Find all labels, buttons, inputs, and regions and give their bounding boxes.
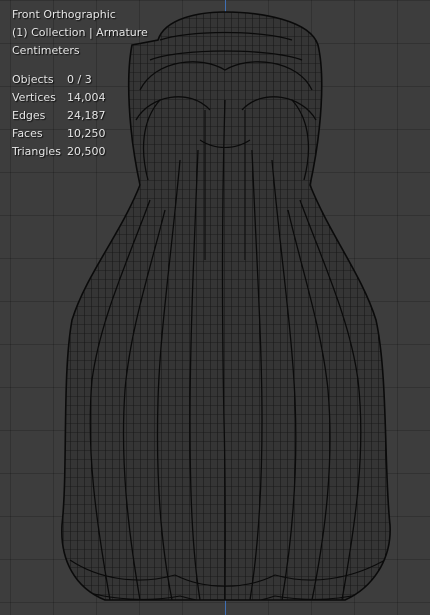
stat-value: 24,187 xyxy=(67,109,106,122)
collection-label: (1) Collection | Armature xyxy=(12,26,148,39)
stat-row-objects: Objects 0 / 3 xyxy=(12,71,148,89)
stat-row-edges: Edges 24,187 xyxy=(12,107,148,125)
stat-value: 10,250 xyxy=(67,127,106,140)
stat-row-vertices: Vertices 14,004 xyxy=(12,89,148,107)
scene-statistics: Objects 0 / 3 Vertices 14,004 Edges 24,1… xyxy=(12,71,148,161)
stat-label: Triangles xyxy=(12,145,61,158)
viewport-info-overlay: Front Orthographic (1) Collection | Arma… xyxy=(12,6,148,161)
stat-label: Edges xyxy=(12,109,46,122)
stat-value: 14,004 xyxy=(67,91,106,104)
stat-label: Faces xyxy=(12,127,43,140)
view-name-label: Front Orthographic xyxy=(12,8,116,21)
stat-label: Vertices xyxy=(12,91,56,104)
stat-label: Objects xyxy=(12,73,54,86)
stat-row-faces: Faces 10,250 xyxy=(12,125,148,143)
units-label: Centimeters xyxy=(12,44,80,57)
stat-value: 20,500 xyxy=(67,145,106,158)
stat-value: 0 / 3 xyxy=(67,73,92,86)
stat-row-triangles: Triangles 20,500 xyxy=(12,143,148,161)
3d-viewport[interactable]: Front Orthographic (1) Collection | Arma… xyxy=(0,0,430,615)
